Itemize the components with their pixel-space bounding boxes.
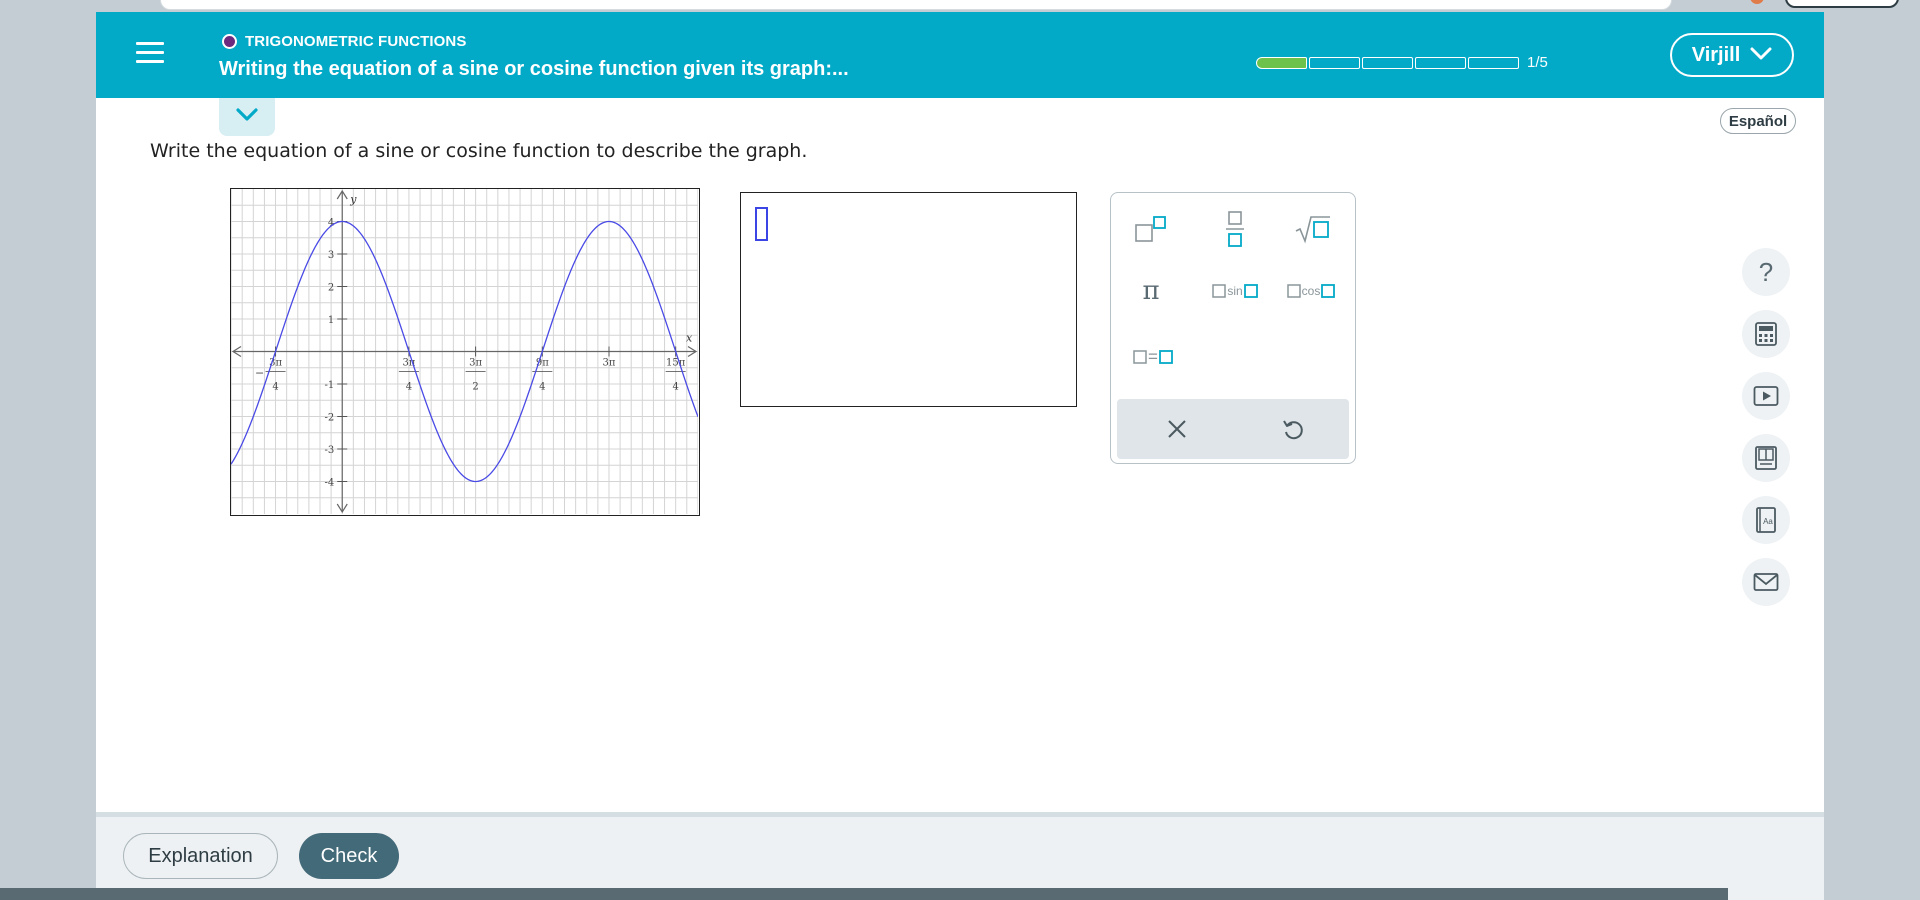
equals-icon[interactable]: = <box>1125 339 1181 375</box>
y-tick-label: -4 <box>324 478 334 489</box>
clear-icon[interactable] <box>1157 409 1197 449</box>
address-bar[interactable] <box>160 0 1672 10</box>
explanation-button[interactable]: Explanation <box>123 833 278 879</box>
language-button[interactable]: Español <box>1720 108 1796 134</box>
pi-icon[interactable]: π <box>1131 273 1171 309</box>
topic-label: TRIGONOMETRIC FUNCTIONS <box>245 33 467 50</box>
user-menu-button[interactable]: Virjill <box>1670 33 1794 77</box>
progress-bar: 1/5 <box>1256 54 1548 71</box>
footer-bar: Explanation Check <box>96 812 1824 900</box>
notification-indicator <box>1750 0 1764 4</box>
help-icon[interactable]: ? <box>1742 248 1790 296</box>
app-window: TRIGONOMETRIC FUNCTIONS Writing the equa… <box>96 12 1824 900</box>
x-tick-label: 4 <box>539 382 545 393</box>
input-caret <box>755 207 768 241</box>
x-tick-label: 2 <box>472 382 478 393</box>
equals-label: = <box>1148 347 1158 366</box>
x-tick-label: 3π <box>603 358 616 369</box>
y-tick-label: 1 <box>328 315 334 326</box>
x-tick-label: 4 <box>406 382 412 393</box>
y-tick-label: 2 <box>328 283 334 294</box>
fraction-icon[interactable] <box>1215 207 1255 251</box>
progress-segment <box>1468 56 1519 69</box>
sin-label: sin <box>1227 284 1243 298</box>
progress-segment <box>1362 56 1413 69</box>
message-icon[interactable] <box>1742 558 1790 606</box>
undo-icon[interactable] <box>1273 409 1313 449</box>
browser-button[interactable] <box>1785 0 1899 8</box>
superscript-icon[interactable] <box>1131 209 1171 249</box>
video-icon[interactable] <box>1742 372 1790 420</box>
y-tick-label: -2 <box>324 413 334 424</box>
user-name: Virjill <box>1691 43 1741 66</box>
top-bar: TRIGONOMETRIC FUNCTIONS Writing the equa… <box>96 12 1824 98</box>
question-prompt: Write the equation of a sine or cosine f… <box>150 140 808 162</box>
cos-label: cos <box>1301 284 1321 298</box>
calculator-icon[interactable] <box>1742 310 1790 358</box>
dictionary-icon[interactable]: Aa <box>1742 496 1790 544</box>
y-tick-label: -3 <box>324 445 334 456</box>
copyright-strip <box>0 888 1728 900</box>
palette-actions <box>1117 399 1349 459</box>
topic-header: TRIGONOMETRIC FUNCTIONS <box>222 33 466 50</box>
chevron-down-icon <box>1750 44 1772 67</box>
x-axis-label: x <box>686 332 693 345</box>
svg-text:Aa: Aa <box>1763 517 1773 526</box>
y-tick-label: 3 <box>328 250 334 261</box>
progress-segment <box>1256 56 1307 69</box>
x-tick-label: 3π <box>469 358 482 369</box>
lesson-title: Writing the equation of a sine or cosine… <box>219 58 849 80</box>
ebook-icon[interactable] <box>1742 434 1790 482</box>
topic-dot-icon <box>222 34 237 49</box>
graph-svg: xy4321-1-2-3-43π4−3π43π29π43π 15π4 <box>230 189 699 514</box>
math-palette: π sin cos = <box>1110 192 1356 464</box>
y-tick-label: -1 <box>324 380 334 391</box>
x-tick-label: − <box>255 367 264 380</box>
chevron-down-icon <box>236 107 258 127</box>
x-tick-label: 15π <box>666 358 686 369</box>
y-tick-label: 4 <box>328 218 334 229</box>
check-button[interactable]: Check <box>299 833 399 879</box>
x-tick-label: 4 <box>672 382 678 393</box>
progress-segment <box>1415 56 1466 69</box>
function-graph: x y 4 3 2 1 -1 -2 -3 -4 3π 4−3π 4 3π 2 9π 4 3π 15π 4 <box>230 188 700 516</box>
cos-icon[interactable]: cos <box>1281 273 1341 309</box>
sqrt-icon[interactable] <box>1293 209 1333 249</box>
answer-input[interactable] <box>740 192 1077 407</box>
browser-chrome <box>0 0 1920 12</box>
sin-icon[interactable]: sin <box>1205 273 1265 309</box>
x-tick-label: 4 <box>272 382 278 393</box>
hamburger-icon[interactable] <box>136 42 164 64</box>
progress-segment <box>1309 56 1360 69</box>
progress-label: 1/5 <box>1527 54 1548 71</box>
collapse-header-button[interactable] <box>219 98 275 136</box>
y-axis-label: y <box>349 193 357 206</box>
